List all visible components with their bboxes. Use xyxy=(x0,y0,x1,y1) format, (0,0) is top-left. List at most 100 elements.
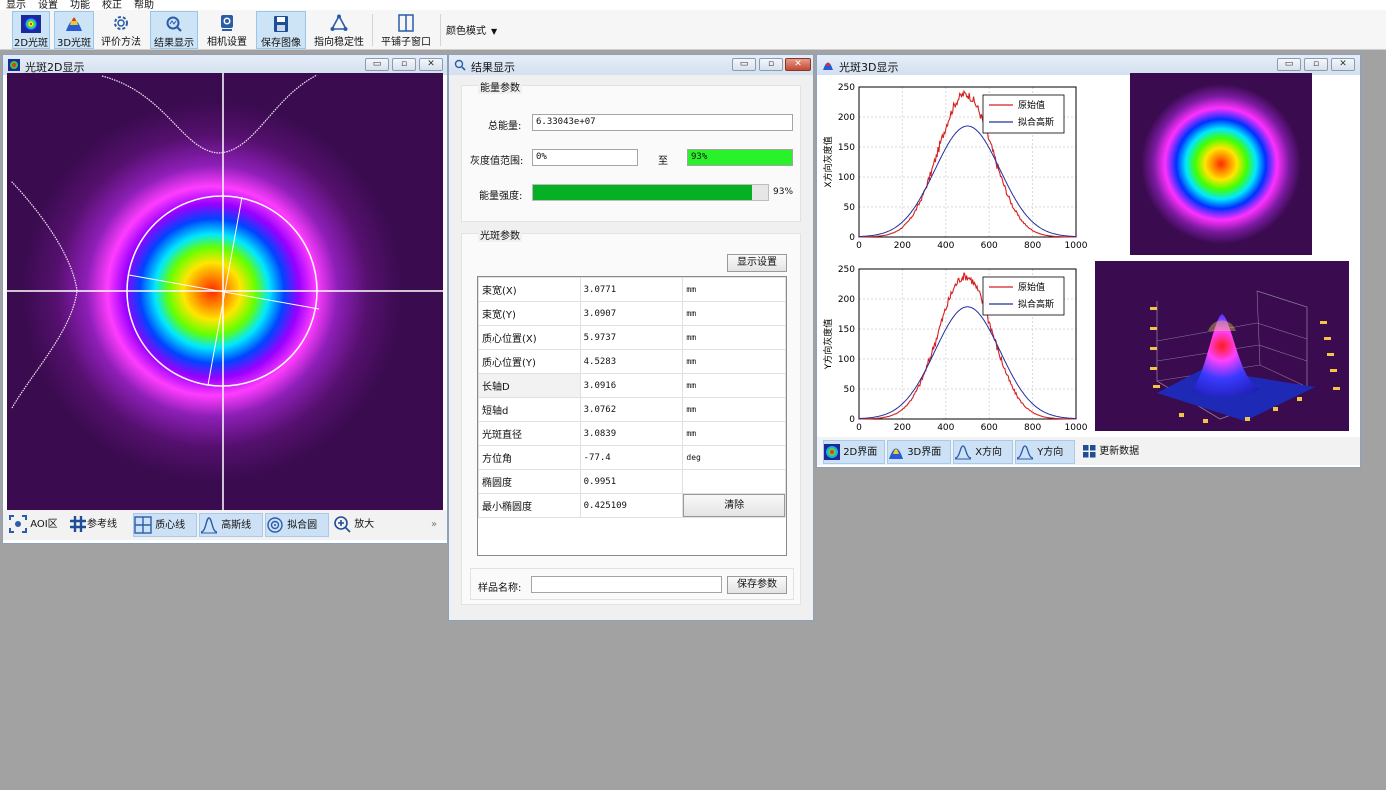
menu-bar: 显示 设置 功能 校正 帮助 xyxy=(0,0,1386,10)
energy-group: 能量参数 总能量: 6.33043e+07 灰度值范围: 0% 至 93% 能量… xyxy=(461,79,801,222)
y-tick-label: 0 xyxy=(849,415,855,425)
gauss-line-button[interactable]: 高斯线 xyxy=(199,513,263,537)
param-unit: mm xyxy=(682,373,786,398)
spot-3d-icon xyxy=(823,62,833,70)
toolbar-eval-method-button[interactable]: 评价方法 xyxy=(98,11,144,49)
y-tick-label: 150 xyxy=(838,143,855,153)
total-energy-field[interactable]: 6.33043e+07 xyxy=(532,114,793,131)
x-tick-label: 400 xyxy=(937,241,954,251)
menu-help[interactable]: 帮助 xyxy=(134,0,154,10)
sample-name-input[interactable] xyxy=(531,576,722,593)
spot-2d-titlebar[interactable]: 光斑2D显示 ▭ ▫ ✕ xyxy=(3,55,447,75)
menu-display[interactable]: 显示 xyxy=(6,0,26,10)
grid-squares-icon xyxy=(1083,444,1096,457)
tile-windows-icon xyxy=(398,14,414,32)
y-axis-label: Y方向灰度值 xyxy=(822,319,834,371)
gray-to-field[interactable]: 93% xyxy=(687,149,793,166)
save-params-button[interactable]: 保存参数 xyxy=(727,576,787,594)
spot-2d-icon xyxy=(21,15,41,33)
table-row: 质心位置(Y) 4.5283 mm xyxy=(478,349,786,374)
spot-3d-surface xyxy=(1095,261,1349,431)
x-tick-label: 800 xyxy=(1024,423,1041,433)
legend-label: 拟合高斯 xyxy=(1018,116,1054,128)
param-value: -77.4 xyxy=(579,445,684,470)
aoi-button[interactable]: AOI区 xyxy=(9,513,58,537)
param-name: 短轴d xyxy=(478,397,581,422)
toolbar-tile-windows-button[interactable]: 平铺子窗口 xyxy=(378,11,434,49)
minimize-button[interactable]: ▭ xyxy=(732,58,756,71)
param-name: 质心位置(X) xyxy=(478,325,581,350)
param-value: 3.0907 xyxy=(579,301,684,326)
toolbar: 2D光斑 3D光斑 评价方法 结果显示 相机设置 保存图像 指向稳定性 平铺子窗… xyxy=(0,10,1386,50)
param-value: 5.9737 xyxy=(579,325,684,350)
param-unit: mm xyxy=(682,397,786,422)
tab-3d-view[interactable]: 3D界面 xyxy=(887,440,951,464)
close-button[interactable]: ✕ xyxy=(1331,58,1355,71)
x-tick-label: 800 xyxy=(1024,241,1041,251)
y-axis-label: X方向灰度值 xyxy=(822,136,834,187)
x-profile-chart: 0 200 400 600 800 1000 0 50 100 150 200 250 X方向灰度值 原始… xyxy=(821,75,1091,251)
gray-from-field[interactable]: 0% xyxy=(532,149,638,166)
tab-2d-label: 2D界面 xyxy=(843,447,878,458)
centroid-line-button[interactable]: 质心线 xyxy=(133,513,197,537)
gauss-curve-icon xyxy=(1016,445,1034,460)
maximize-button[interactable]: ▫ xyxy=(1304,58,1328,71)
spot-3d-titlebar[interactable]: 光斑3D显示 ▭ ▫ ✕ xyxy=(817,55,1360,75)
menu-settings[interactable]: 设置 xyxy=(38,0,58,10)
tab-3d-label: 3D界面 xyxy=(907,447,942,458)
overflow-button[interactable]: » xyxy=(431,513,437,537)
result-window: 结果显示 ▭ ▫ ✕ 能量参数 总能量: 6.33043e+07 灰度值范围: … xyxy=(448,54,814,621)
menu-calibrate[interactable]: 校正 xyxy=(102,0,122,10)
maximize-button[interactable]: ▫ xyxy=(759,58,783,71)
tab-y-direction[interactable]: Y方向 xyxy=(1015,440,1075,464)
param-unit: mm xyxy=(682,349,786,374)
param-unit: 清除 xyxy=(682,493,786,518)
toolbar-separator xyxy=(372,14,373,46)
clear-button[interactable]: 清除 xyxy=(683,494,785,517)
gray-range-label: 灰度值范围: xyxy=(470,156,524,167)
toolbar-color-mode-dropdown[interactable]: 颜色模式 ▼ xyxy=(446,22,508,38)
toolbar-pointing-button[interactable]: 指向稳定性 xyxy=(312,11,366,49)
toolbar-2d-spot-button[interactable]: 2D光斑 xyxy=(12,11,50,49)
param-name: 最小椭圆度 xyxy=(478,493,581,518)
x-tick-label: 400 xyxy=(937,423,954,433)
spot-2d-icon xyxy=(8,59,20,71)
tab-2d-view[interactable]: 2D界面 xyxy=(823,440,885,464)
toolbar-separator xyxy=(440,14,441,46)
toolbar-result-label: 结果显示 xyxy=(154,38,194,49)
result-titlebar[interactable]: 结果显示 ▭ ▫ ✕ xyxy=(449,55,813,75)
param-name: 束宽(Y) xyxy=(478,301,581,326)
zoom-button[interactable]: 放大 xyxy=(333,513,374,537)
gray-to-label: 至 xyxy=(658,156,668,167)
intensity-progress-bar xyxy=(532,184,769,201)
display-settings-button[interactable]: 显示设置 xyxy=(727,254,787,272)
y-tick-label: 250 xyxy=(838,83,855,93)
param-unit: mm xyxy=(682,277,786,302)
table-row: 质心位置(X) 5.9737 mm xyxy=(478,325,786,350)
fit-circle-button[interactable]: 拟合圆 xyxy=(265,513,329,537)
toolbar-camera-button[interactable]: 相机设置 xyxy=(204,11,250,49)
gauss-curve-icon xyxy=(954,445,972,460)
maximize-button[interactable]: ▫ xyxy=(392,58,416,71)
toolbar-result-button[interactable]: 结果显示 xyxy=(150,11,198,49)
table-row: 光斑直径 3.0839 mm xyxy=(478,421,786,446)
gauss-line-label: 高斯线 xyxy=(221,520,252,531)
minimize-button[interactable]: ▭ xyxy=(365,58,389,71)
close-button[interactable]: ✕ xyxy=(419,58,443,71)
result-title: 结果显示 xyxy=(471,61,515,74)
x-tick-label: 0 xyxy=(856,241,862,251)
camera-icon xyxy=(221,15,233,31)
param-name: 光斑直径 xyxy=(478,421,581,446)
refresh-data-button[interactable]: 更新数据 xyxy=(1083,440,1139,464)
reference-line-button[interactable]: 参考线 xyxy=(69,513,117,537)
close-button[interactable]: ✕ xyxy=(785,58,811,71)
toolbar-save-image-button[interactable]: 保存图像 xyxy=(256,11,306,49)
menu-functions[interactable]: 功能 xyxy=(70,0,90,10)
intensity-label: 能量强度: xyxy=(479,191,523,202)
tab-x-direction[interactable]: X方向 xyxy=(953,440,1013,464)
toolbar-3d-spot-button[interactable]: 3D光斑 xyxy=(54,11,94,49)
param-value: 3.0839 xyxy=(579,421,684,446)
minimize-button[interactable]: ▭ xyxy=(1277,58,1301,71)
legend: 原始值拟合高斯 xyxy=(982,276,1065,316)
toolbar-color-label: 颜色模式 xyxy=(446,26,486,37)
